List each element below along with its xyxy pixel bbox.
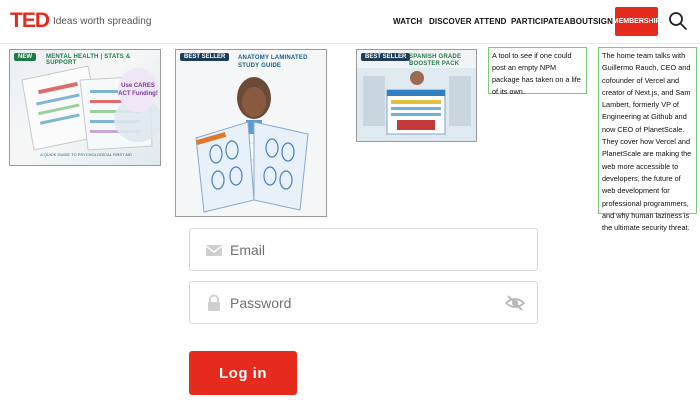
nav-participate[interactable]: PARTICIPATE bbox=[511, 17, 564, 26]
spanish-illustration bbox=[357, 68, 476, 141]
cares-act-callout: Use CARES ACT Funding! bbox=[118, 68, 158, 112]
login-button[interactable]: Log in bbox=[189, 351, 297, 395]
email-field[interactable]: Email bbox=[189, 228, 538, 271]
lock-icon bbox=[208, 294, 220, 311]
anatomy-illustration bbox=[195, 77, 309, 213]
ad-mental-health[interactable]: NEW MENTAL HEALTH | STATS & SUPPORT Use … bbox=[9, 49, 161, 166]
note-npm-package: A tool to see if one could post an empty… bbox=[488, 47, 587, 96]
email-placeholder: Email bbox=[230, 242, 266, 258]
search-icon[interactable] bbox=[668, 11, 688, 31]
password-placeholder: Password bbox=[230, 295, 292, 311]
nav-about[interactable]: ABOUT bbox=[564, 17, 593, 26]
ted-logo[interactable]: TED bbox=[10, 9, 50, 33]
envelope-icon bbox=[205, 245, 223, 256]
tagline: Ideas worth spreading bbox=[53, 16, 152, 27]
site-header: TED Ideas worth spreading WATCH DISCOVER… bbox=[0, 0, 700, 44]
eye-slash-icon[interactable] bbox=[505, 295, 525, 311]
ad-spanish-pack[interactable]: BEST SELLER SPANISH GRADE BOOSTER PACK bbox=[356, 49, 477, 142]
nav-watch[interactable]: WATCH bbox=[393, 17, 422, 26]
ad-anatomy-guide[interactable]: BEST SELLER ANATOMY LAMINATED STUDY GUID… bbox=[175, 49, 327, 217]
membership-button[interactable]: MEMBERSHIP bbox=[613, 7, 660, 36]
note-vercel-planetscale: The home team talks with Guillermo Rauch… bbox=[598, 47, 697, 232]
password-field[interactable]: Password bbox=[189, 281, 538, 324]
ad-footer-text: A QUICK GUIDE TO PSYCHOLOGICAL FIRST AID bbox=[40, 152, 132, 157]
nav-attend[interactable]: ATTEND bbox=[474, 17, 506, 26]
nav-discover[interactable]: DISCOVER bbox=[429, 17, 472, 26]
